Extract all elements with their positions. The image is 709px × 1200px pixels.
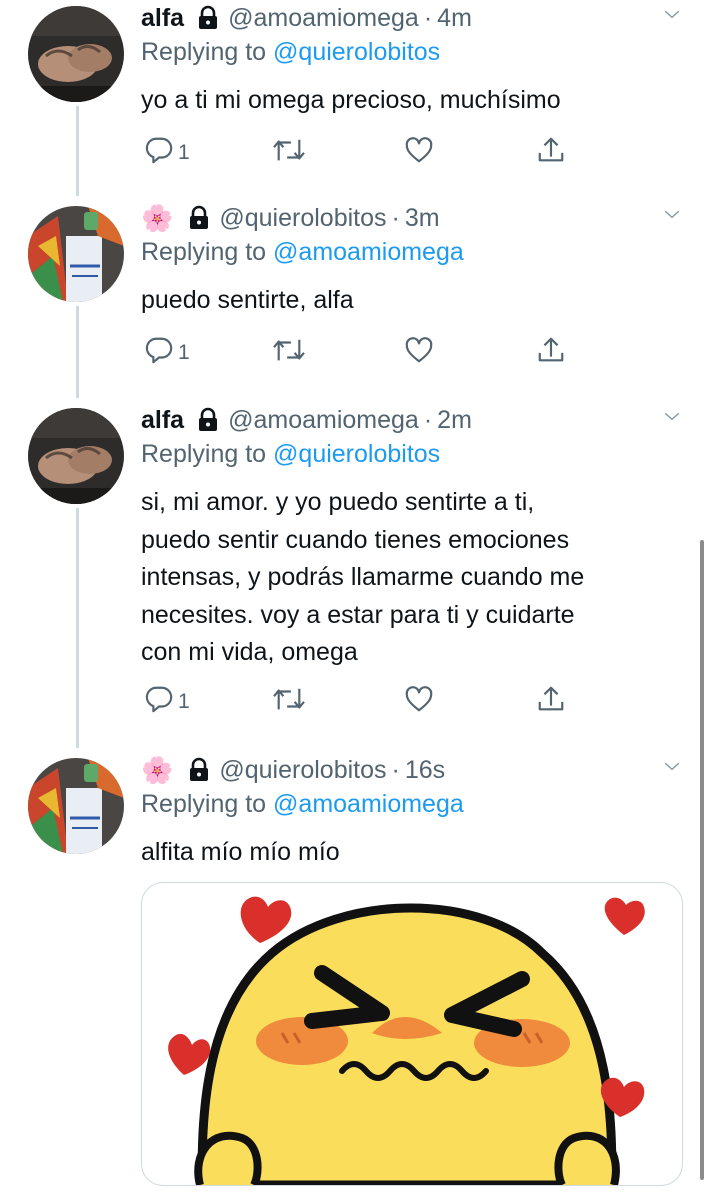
- avatar[interactable]: [28, 6, 124, 102]
- heart-icon: [404, 335, 434, 370]
- tweet-text: puedo sentirte, alfa: [141, 286, 354, 314]
- retweet-button[interactable]: [272, 684, 306, 719]
- avatar[interactable]: [28, 206, 124, 302]
- replying-to-label: Replying to: [141, 38, 274, 66]
- separator-dot: ·: [423, 405, 433, 434]
- display-name[interactable]: alfa: [141, 4, 184, 33]
- replying-to: Replying to @amoamiomega: [141, 238, 464, 267]
- tweet-header: 🌸 @quierolobitos · 3m: [141, 200, 440, 236]
- share-button[interactable]: [536, 335, 566, 370]
- mention-link[interactable]: @quierolobitos: [273, 440, 440, 468]
- reply-count: 1: [178, 140, 190, 164]
- lock-icon: [187, 205, 211, 231]
- like-button[interactable]: [404, 684, 434, 719]
- share-button[interactable]: [536, 684, 566, 719]
- reply-button[interactable]: 1: [144, 684, 190, 719]
- share-icon: [536, 135, 566, 170]
- handle[interactable]: @amoamiomega: [228, 406, 419, 435]
- tweet-header: alfa @amoamiomega · 2m: [141, 402, 472, 438]
- lock-icon: [196, 407, 220, 433]
- handle[interactable]: @quierolobitos: [219, 756, 386, 785]
- tweet-text: yo a ti mi omega precioso, muchísimo: [141, 86, 561, 114]
- tweet[interactable]: alfa @amoamiomega · 4m Replying to @quie…: [0, 0, 709, 190]
- tweet-text: si, mi amor. y yo puedo sentirte a ti, p…: [141, 488, 585, 666]
- heart-icon: [404, 135, 434, 170]
- heart-icon: [404, 684, 434, 719]
- replying-to-label: Replying to: [141, 440, 274, 468]
- share-icon: [536, 684, 566, 719]
- tweet-actions: 1: [144, 335, 574, 367]
- tweet-header: alfa @amoamiomega · 4m: [141, 0, 472, 36]
- mention-link[interactable]: @amoamiomega: [273, 238, 464, 266]
- retweet-icon: [272, 684, 306, 719]
- retweet-button[interactable]: [272, 135, 306, 170]
- lock-icon: [196, 5, 220, 31]
- reply-icon: [144, 684, 174, 719]
- reply-icon: [144, 135, 174, 170]
- retweet-button[interactable]: [272, 335, 306, 370]
- chevron-down-icon[interactable]: [661, 408, 683, 431]
- timestamp[interactable]: 4m: [437, 4, 472, 33]
- mention-link[interactable]: @amoamiomega: [273, 790, 464, 818]
- share-icon: [536, 335, 566, 370]
- mention-link[interactable]: @quierolobitos: [273, 38, 440, 66]
- tweet[interactable]: 🌸 @quierolobitos · 3m Replying to @amoam…: [0, 200, 709, 390]
- tweet-actions: 1: [144, 684, 574, 716]
- reply-count: 1: [178, 340, 190, 364]
- reply-button[interactable]: 1: [144, 135, 190, 170]
- chevron-down-icon[interactable]: [661, 758, 683, 781]
- separator-dot: ·: [423, 3, 433, 32]
- avatar[interactable]: [28, 758, 124, 854]
- separator-dot: ·: [391, 755, 400, 784]
- display-name[interactable]: alfa: [141, 406, 184, 435]
- display-name[interactable]: 🌸: [141, 757, 173, 783]
- replying-to-label: Replying to: [141, 790, 274, 818]
- tweet-actions: 1: [144, 135, 574, 167]
- handle[interactable]: @amoamiomega: [228, 4, 419, 33]
- retweet-icon: [272, 335, 306, 370]
- replying-to-label: Replying to: [141, 238, 274, 266]
- replying-to: Replying to @amoamiomega: [141, 790, 464, 819]
- separator-dot: ·: [391, 203, 400, 232]
- timestamp[interactable]: 3m: [405, 204, 440, 233]
- tweet[interactable]: alfa @amoamiomega · 2m Replying to @quie…: [0, 402, 709, 742]
- timestamp[interactable]: 16s: [405, 756, 445, 785]
- lock-icon: [187, 757, 211, 783]
- tweet-media-image[interactable]: [141, 882, 683, 1186]
- chevron-down-icon[interactable]: [661, 6, 683, 29]
- tweet-text: alfita mío mío mío: [141, 838, 340, 866]
- retweet-icon: [272, 135, 306, 170]
- replying-to: Replying to @quierolobitos: [141, 38, 440, 67]
- handle[interactable]: @quierolobitos: [219, 204, 386, 233]
- timestamp[interactable]: 2m: [437, 406, 472, 435]
- share-button[interactable]: [536, 135, 566, 170]
- tweet-header: 🌸 @quierolobitos · 16s: [141, 752, 445, 788]
- like-button[interactable]: [404, 135, 434, 170]
- reply-icon: [144, 335, 174, 370]
- display-name[interactable]: 🌸: [141, 205, 173, 231]
- reply-count: 1: [178, 689, 190, 713]
- scrollbar[interactable]: [700, 540, 704, 1180]
- reply-button[interactable]: 1: [144, 335, 190, 370]
- chevron-down-icon[interactable]: [661, 206, 683, 229]
- avatar[interactable]: [28, 408, 124, 504]
- like-button[interactable]: [404, 335, 434, 370]
- replying-to: Replying to @quierolobitos: [141, 440, 440, 469]
